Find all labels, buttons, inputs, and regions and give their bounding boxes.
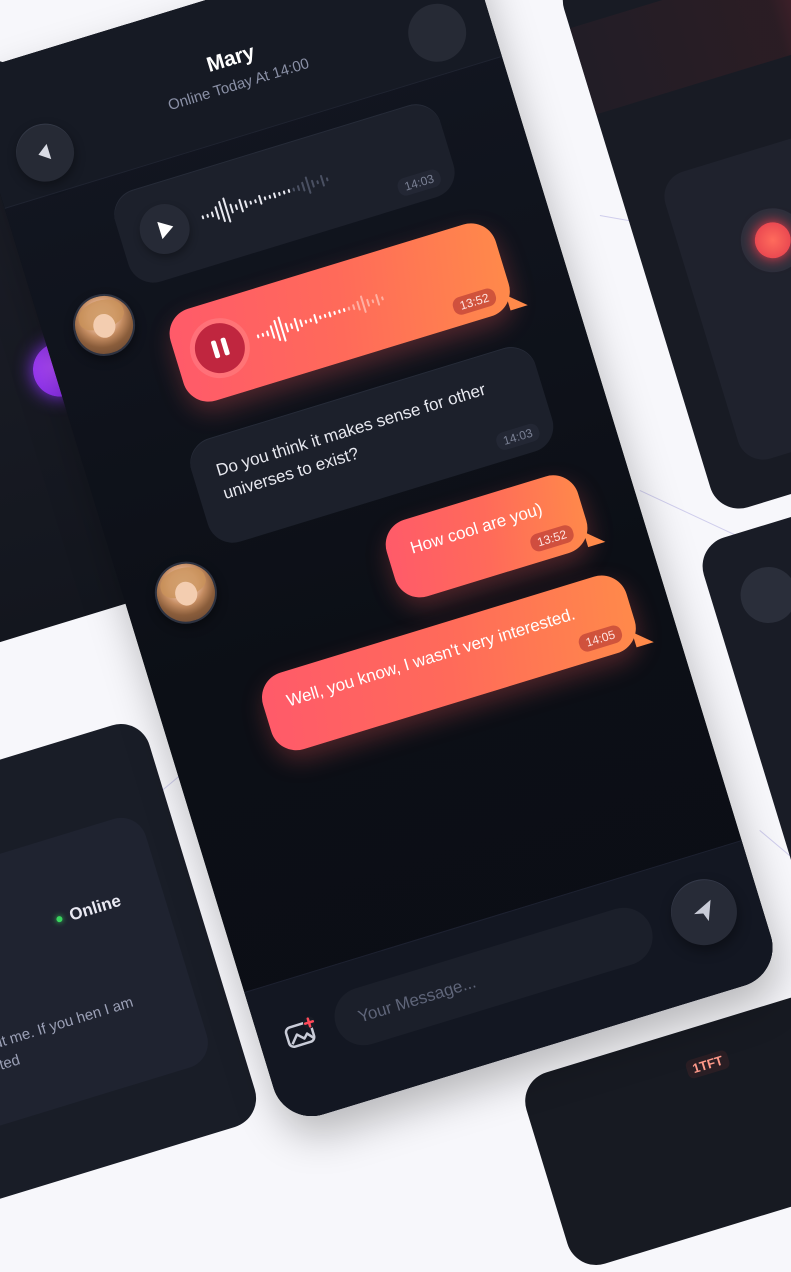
profile-panel: Online ad about me. If you hen I am inte…: [0, 811, 215, 1137]
send-icon: [694, 899, 711, 922]
header-strip: [569, 0, 791, 115]
profile-bio: ad about me. If you hen I am interested: [0, 993, 136, 1087]
waveform: [253, 284, 388, 351]
feature-icon: [732, 200, 791, 281]
message-time: 14:03: [395, 167, 443, 198]
play-button[interactable]: [133, 197, 196, 261]
profile-status-label: Online: [67, 890, 124, 925]
pause-button[interactable]: [188, 316, 252, 380]
play-icon: [157, 217, 176, 240]
panel: [657, 97, 791, 467]
message-time: 13:52: [528, 523, 576, 554]
round-button: [733, 560, 791, 630]
send-button[interactable]: [662, 870, 746, 954]
tag-label: 1TFT: [684, 1049, 732, 1080]
text-message-outgoing: Well, you know, I wasn't very interested…: [255, 569, 643, 757]
image-add-icon[interactable]: [281, 1014, 322, 1053]
avatar: [147, 553, 225, 632]
message-text: Do you think it makes sense for other un…: [213, 379, 488, 503]
avatar: [65, 286, 143, 364]
online-dot-icon: [55, 915, 64, 923]
message-time: 14:05: [576, 623, 625, 654]
waveform: [198, 165, 333, 232]
message-time: 14:03: [494, 421, 542, 452]
message-time: 13:52: [450, 286, 499, 317]
pause-icon: [210, 340, 221, 359]
profile-status: Online: [54, 891, 124, 930]
message-text: Well, you know, I wasn't very interested…: [284, 604, 578, 711]
